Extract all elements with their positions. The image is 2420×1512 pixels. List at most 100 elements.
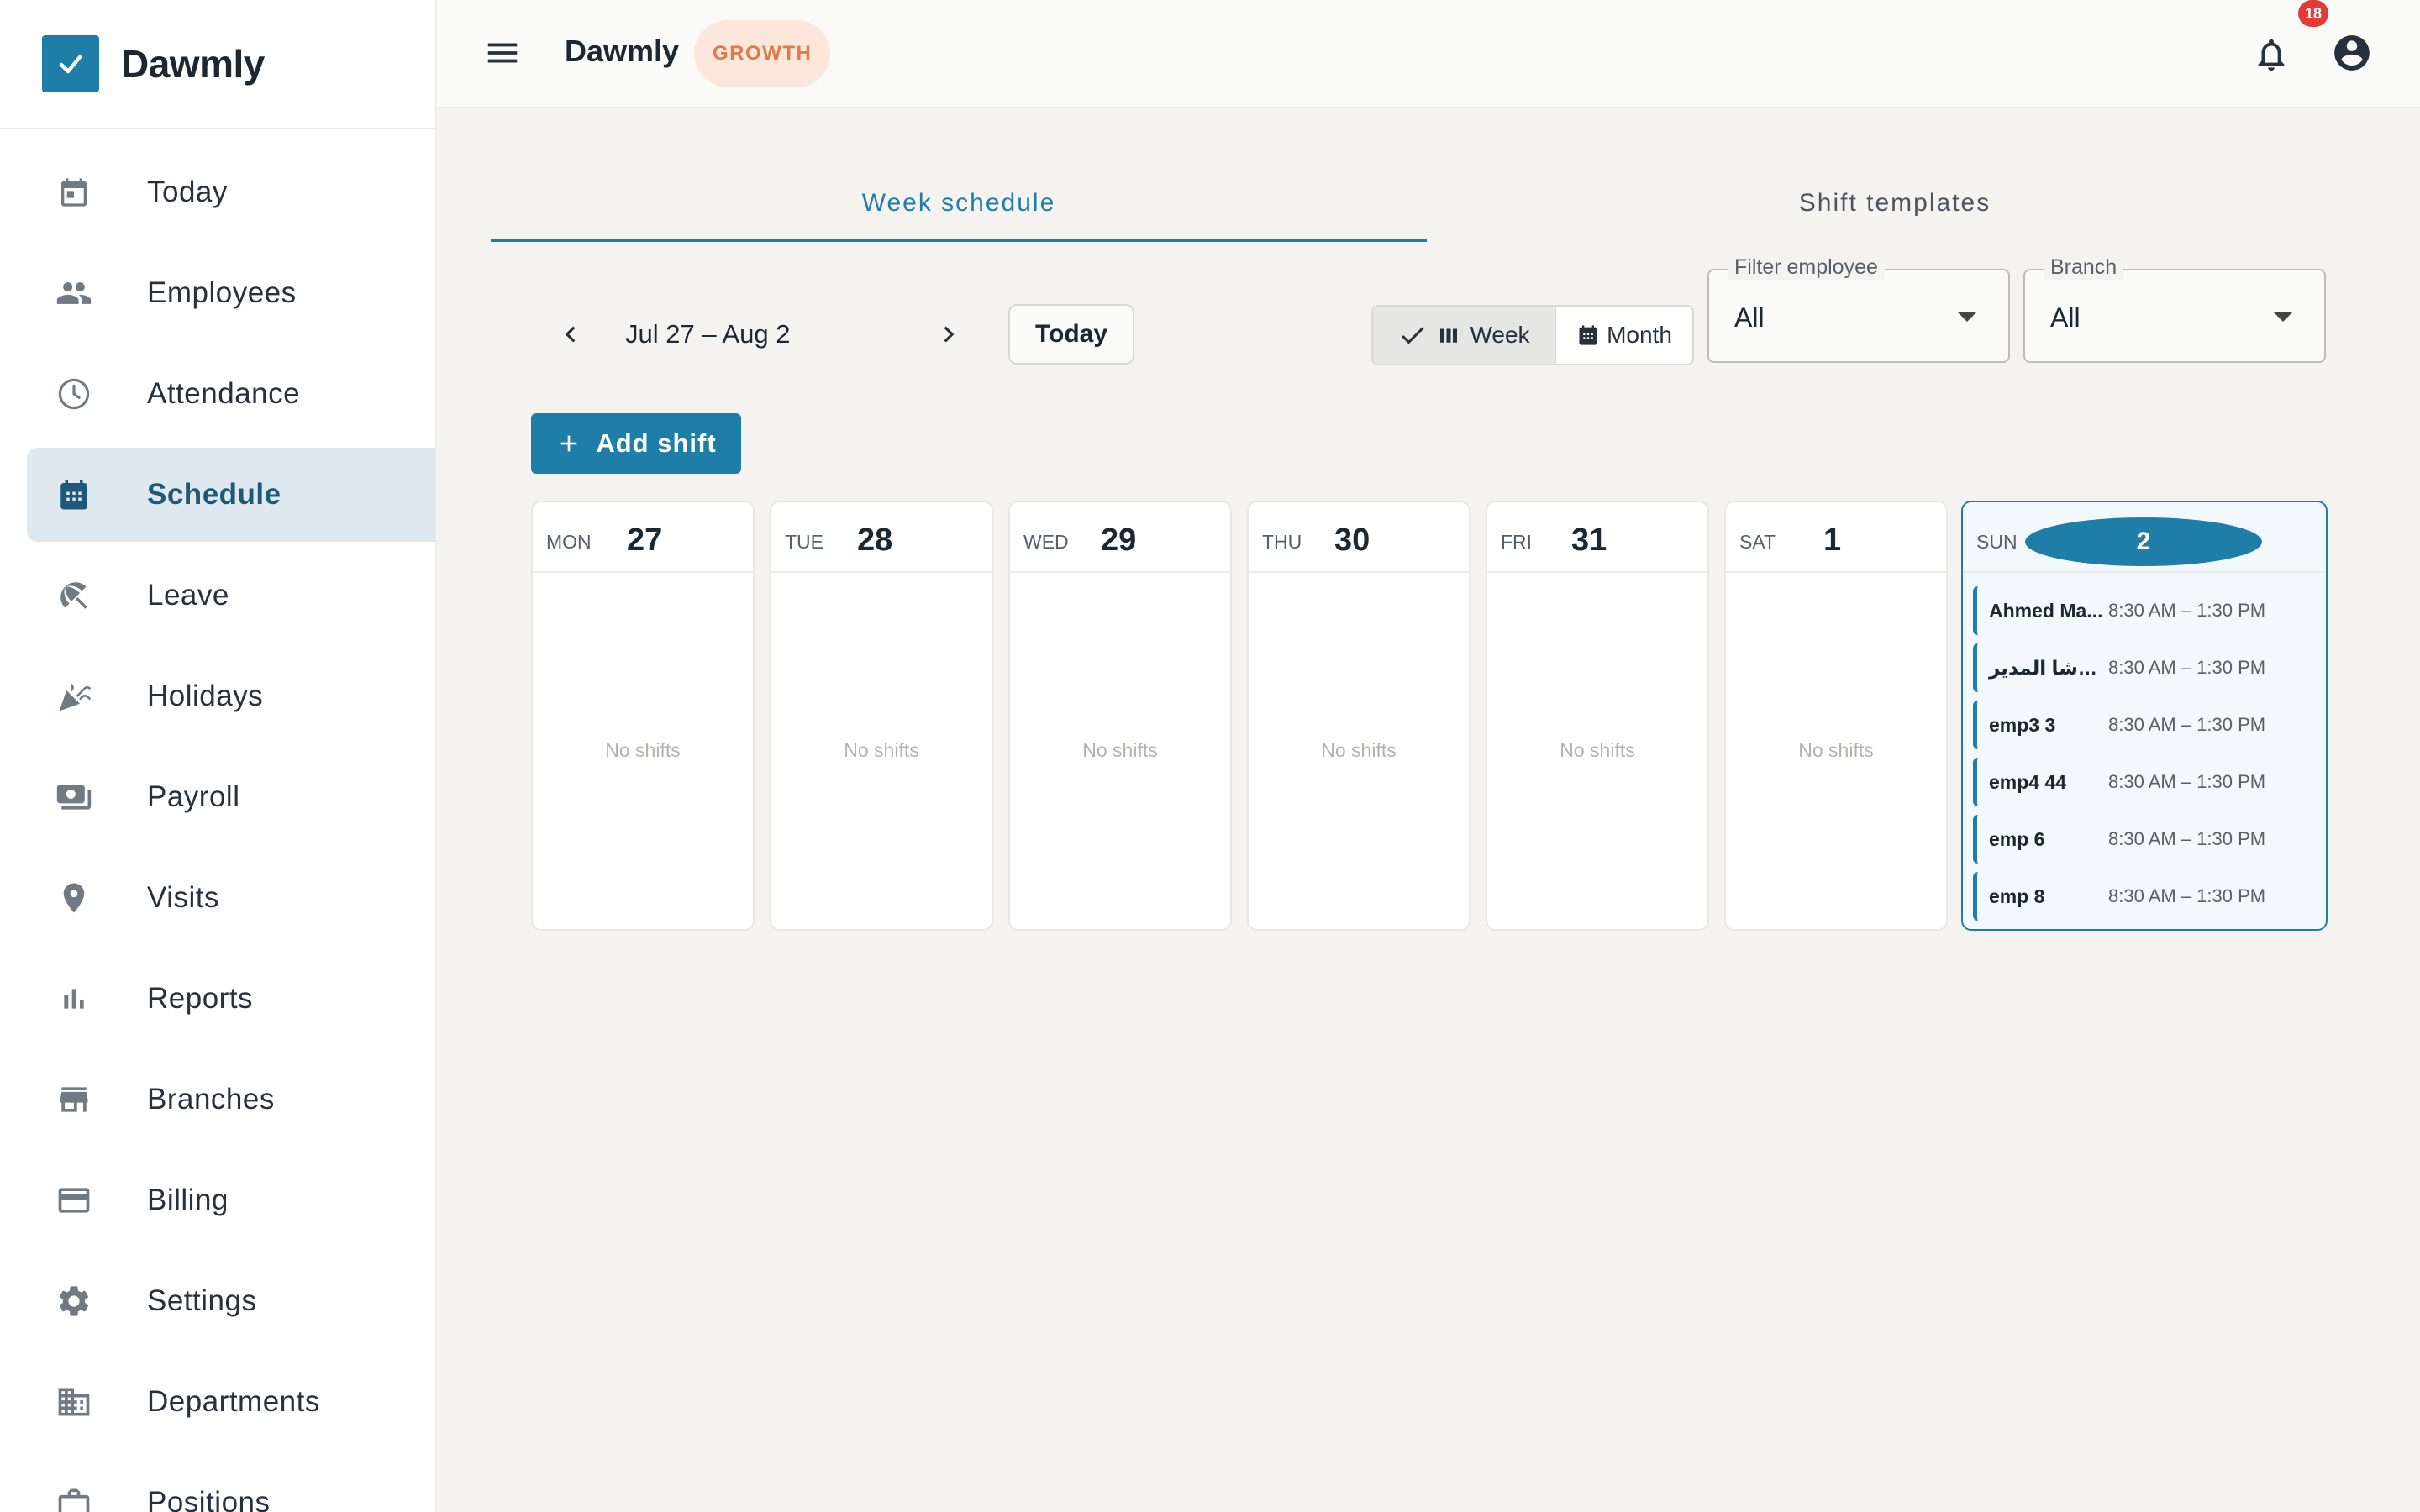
sidebar-item-leave[interactable]: Leave — [27, 549, 435, 643]
briefcase-icon — [55, 1484, 92, 1512]
brand-name: Dawmly — [121, 42, 265, 86]
day-column-thu[interactable]: THU 30 No shifts — [1247, 501, 1470, 931]
sidebar-item-label: Holidays — [147, 680, 264, 712]
day-column-fri[interactable]: FRI 31 No shifts — [1486, 501, 1709, 931]
account-icon[interactable] — [2331, 32, 2373, 74]
shift-entry[interactable]: الباشا المدير 8:30 AM – 1:30 PM — [1973, 643, 2317, 692]
shift-entry[interactable]: emp3 3 8:30 AM – 1:30 PM — [1973, 701, 2317, 749]
empty-state: No shifts — [1321, 739, 1397, 761]
day-header: SAT 1 — [1726, 502, 1946, 573]
sidebar-item-label: Positions — [147, 1486, 271, 1512]
sidebar-item-billing[interactable]: Billing — [27, 1153, 435, 1247]
sidebar-item-branches[interactable]: Branches — [27, 1053, 435, 1147]
previous-week-button[interactable] — [551, 315, 590, 354]
sidebar-item-today[interactable]: Today — [27, 145, 435, 239]
sidebar-item-holidays[interactable]: Holidays — [27, 649, 435, 743]
shift-employee: emp 6 — [1989, 827, 2045, 850]
sidebar-item-employees[interactable]: Employees — [27, 246, 435, 340]
notification-count-badge: 18 — [2298, 0, 2328, 27]
day-column-tue[interactable]: TUE 28 No shifts — [770, 501, 993, 931]
shift-entry[interactable]: Ahmed Ma... 8:30 AM – 1:30 PM — [1973, 586, 2317, 635]
sidebar-item-label: Reports — [147, 982, 254, 1015]
day-header: WED 29 — [1010, 502, 1230, 573]
empty-state: No shifts — [1560, 739, 1635, 761]
bar-chart-icon — [55, 980, 92, 1017]
day-column-wed[interactable]: WED 29 No shifts — [1008, 501, 1232, 931]
shift-entry[interactable]: emp 8 8:30 AM – 1:30 PM — [1973, 872, 2317, 921]
shift-employee: emp3 3 — [1989, 713, 2056, 736]
filter-employee-select[interactable]: Filter employee All — [1707, 255, 2010, 363]
month-view-label: Month — [1607, 322, 1672, 348]
sidebar-item-label: Attendance — [147, 377, 301, 410]
sidebar-item-label: Payroll — [147, 780, 240, 813]
day-header: THU 30 — [1249, 502, 1469, 573]
plan-badge: GROWTH — [694, 20, 831, 87]
branch-select[interactable]: Branch All — [2023, 255, 2326, 363]
sidebar-item-label: Employees — [147, 276, 297, 309]
add-shift-button[interactable]: Add shift — [531, 413, 741, 474]
tab-active-indicator — [491, 239, 1427, 242]
sidebar-item-schedule[interactable]: Schedule — [27, 448, 435, 542]
day-column-sun[interactable]: SUN 2 Ahmed Ma... 8:30 AM – 1:30 PM البا… — [1961, 501, 2328, 931]
gear-icon — [55, 1283, 92, 1320]
location-pin-icon — [55, 879, 92, 916]
credit-card-icon — [55, 1182, 92, 1219]
building-icon — [55, 1383, 92, 1420]
month-view-button[interactable]: Month — [1555, 307, 1692, 364]
day-name: MON — [546, 531, 592, 553]
celebration-icon — [55, 678, 92, 715]
shift-time: 8:30 AM – 1:30 PM — [2108, 885, 2266, 906]
filter-employee-label: Filter employee — [1728, 255, 1885, 280]
day-number: 31 — [1571, 522, 1607, 558]
people-icon — [55, 275, 92, 312]
sidebar: Dawmly Today Employees Attendance Schedu… — [0, 0, 436, 1512]
empty-state: No shifts — [605, 739, 681, 761]
tab-week-schedule[interactable]: Week schedule — [491, 165, 1427, 242]
shift-entry[interactable]: emp4 44 8:30 AM – 1:30 PM — [1973, 758, 2317, 806]
today-button[interactable]: Today — [1008, 304, 1134, 365]
tab-label: Week schedule — [861, 189, 1056, 217]
day-number: 27 — [627, 522, 663, 558]
clock-icon — [55, 375, 92, 412]
brand[interactable]: Dawmly — [0, 0, 435, 129]
sidebar-item-visits[interactable]: Visits — [27, 851, 435, 945]
day-name: TUE — [785, 531, 823, 553]
sidebar-item-attendance[interactable]: Attendance — [27, 347, 435, 441]
shift-employee: emp4 44 — [1989, 770, 2067, 793]
day-column-mon[interactable]: MON 27 No shifts — [531, 501, 755, 931]
sidebar-item-reports[interactable]: Reports — [27, 952, 435, 1046]
sidebar-item-positions[interactable]: Positions — [27, 1456, 435, 1512]
empty-state: No shifts — [1082, 739, 1158, 761]
shift-time: 8:30 AM – 1:30 PM — [2108, 771, 2266, 792]
week-view-button[interactable]: Week — [1373, 307, 1555, 364]
day-number: 29 — [1101, 522, 1137, 558]
sidebar-item-label: Billing — [147, 1184, 229, 1216]
sidebar-nav: Today Employees Attendance Schedule Leav… — [0, 129, 435, 1512]
sidebar-item-payroll[interactable]: Payroll — [27, 750, 435, 844]
tab-label: Shift templates — [1798, 189, 1991, 217]
sidebar-item-label: Branches — [147, 1083, 275, 1116]
calendar-icon — [1579, 325, 1597, 345]
plus-icon — [561, 435, 577, 452]
branch-label: Branch — [2044, 255, 2124, 280]
bell-icon[interactable] — [2252, 35, 2291, 74]
sidebar-item-settings[interactable]: Settings — [27, 1254, 435, 1348]
tab-shift-templates[interactable]: Shift templates — [1427, 165, 2363, 242]
week-view-label: Week — [1470, 322, 1530, 348]
day-name: SAT — [1739, 531, 1776, 553]
branch-value: All — [2050, 302, 2081, 333]
shift-entry[interactable]: emp 6 8:30 AM – 1:30 PM — [1973, 815, 2317, 864]
shift-time: 8:30 AM – 1:30 PM — [2108, 828, 2266, 849]
calendar-today-icon — [55, 174, 92, 211]
calendar-month-icon — [55, 476, 92, 513]
app-title: Dawmly — [565, 34, 680, 68]
menu-icon[interactable] — [483, 34, 522, 72]
day-name: FRI — [1501, 531, 1533, 553]
day-column-sat[interactable]: SAT 1 No shifts — [1724, 501, 1948, 931]
sidebar-item-departments[interactable]: Departments — [27, 1355, 435, 1449]
day-name: SUN — [1976, 531, 2018, 553]
dropdown-arrow-icon — [2274, 312, 2292, 322]
view-week-icon — [1440, 328, 1458, 343]
view-toggle: Week Month — [1371, 305, 1694, 365]
next-week-button[interactable] — [929, 315, 968, 354]
